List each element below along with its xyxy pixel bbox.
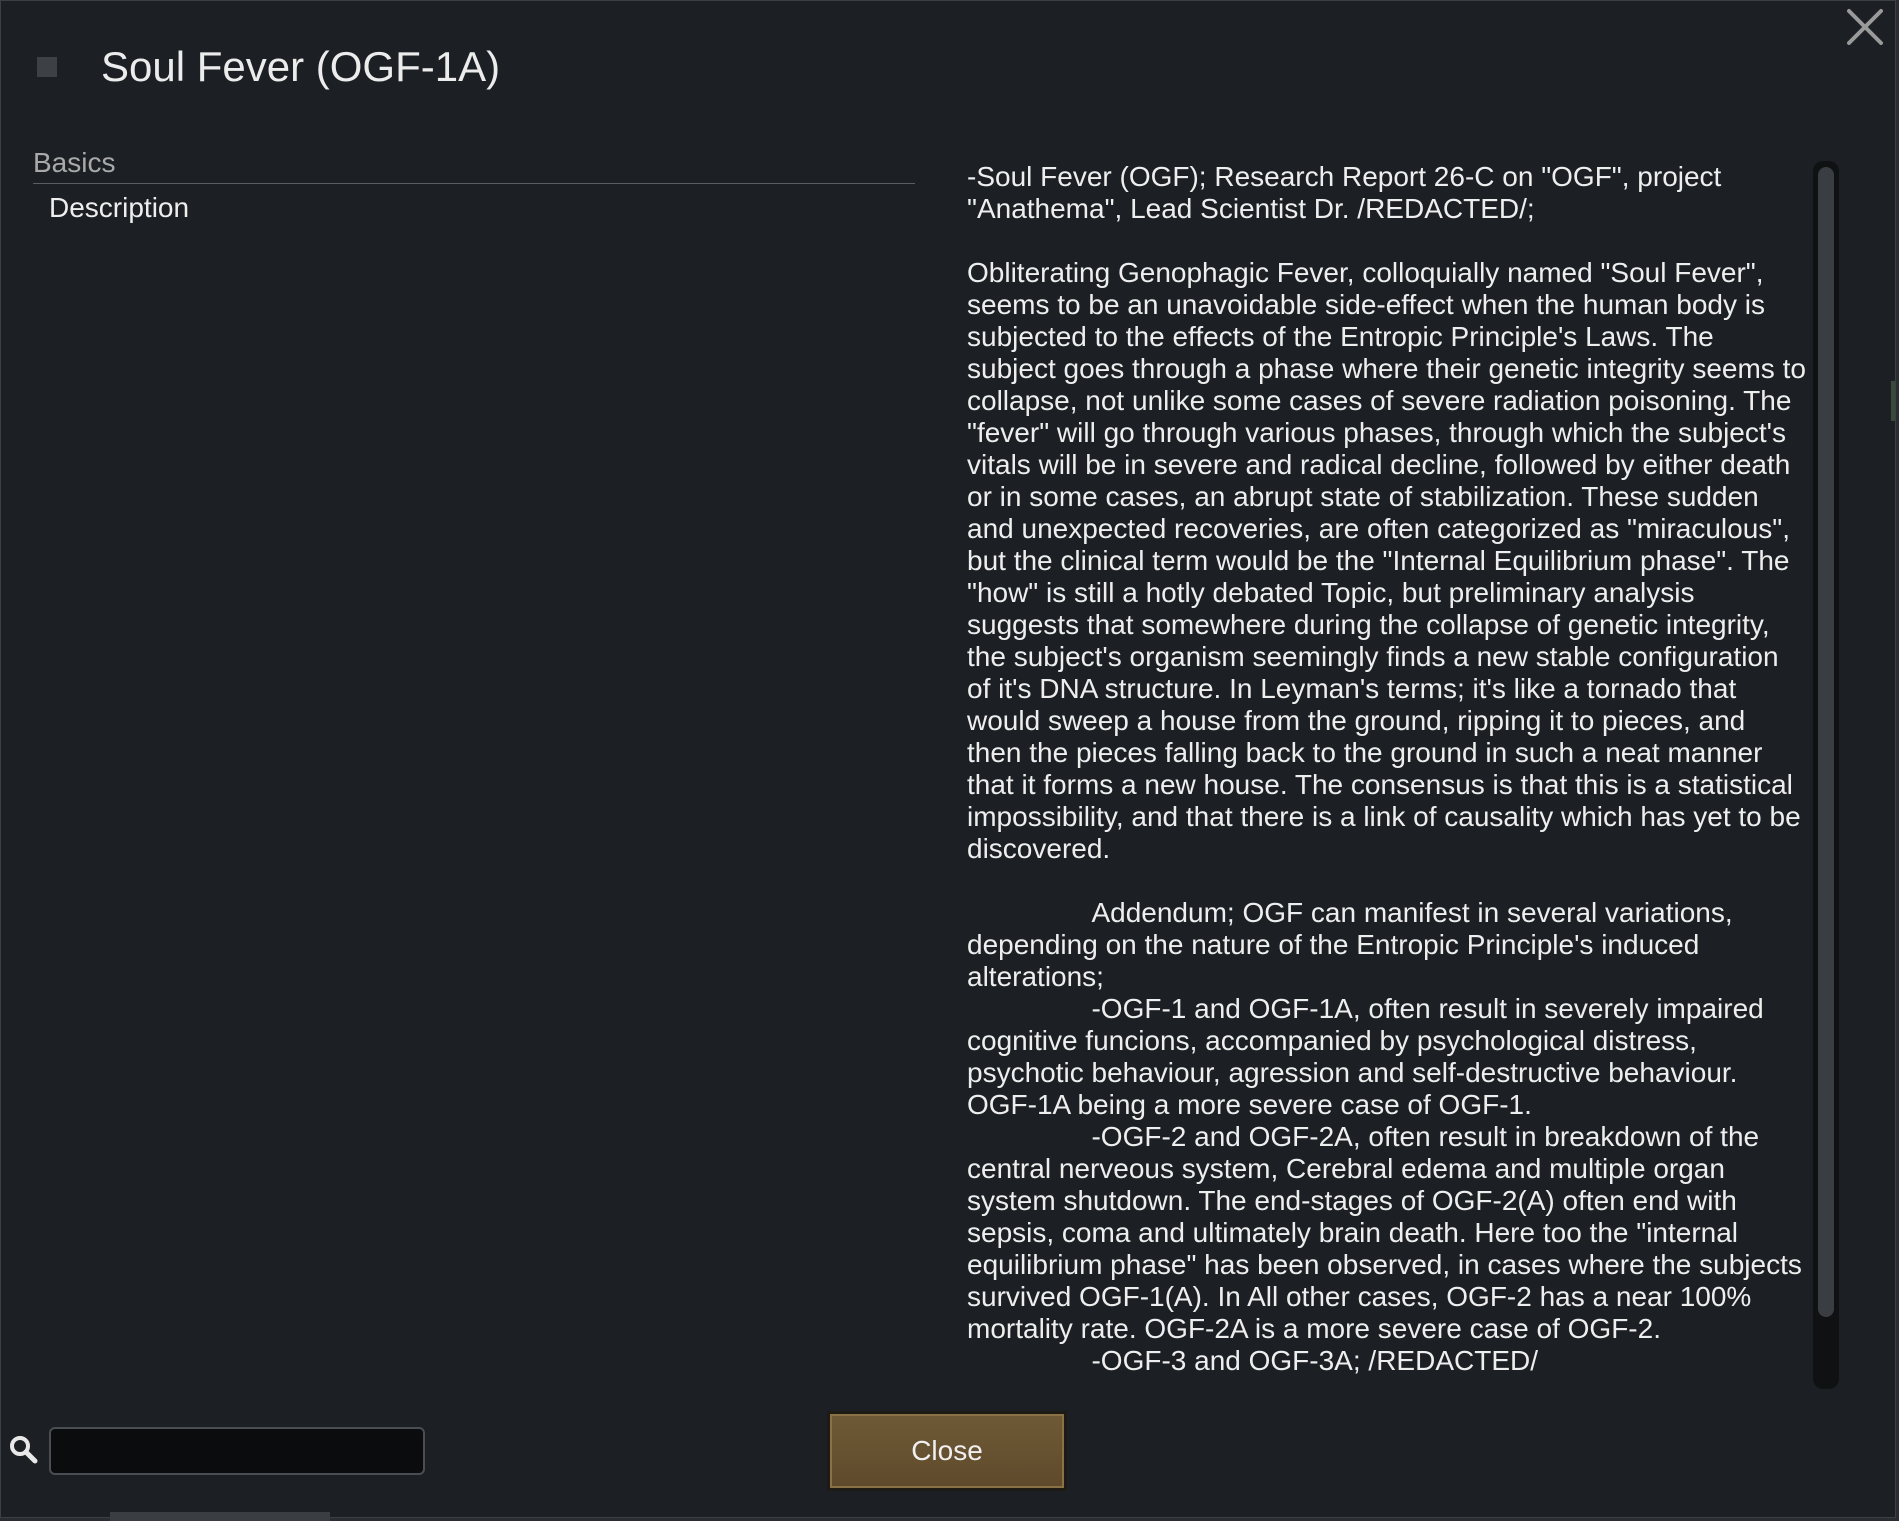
category-item-description[interactable]: Description bbox=[33, 184, 915, 224]
close-x-icon[interactable] bbox=[1843, 5, 1887, 49]
dialog-title: Soul Fever (OGF-1A) bbox=[101, 43, 501, 90]
square-icon bbox=[37, 57, 57, 77]
scrollbar-thumb[interactable] bbox=[1818, 167, 1834, 1317]
description-scrollbar[interactable] bbox=[1813, 161, 1839, 1389]
background-strip bbox=[110, 1512, 330, 1521]
stat-category-list: Basics Description bbox=[33, 147, 915, 224]
dialog-header: Soul Fever (OGF-1A) bbox=[37, 37, 500, 97]
edge-accent bbox=[1891, 381, 1895, 421]
category-header: Basics bbox=[33, 147, 915, 184]
close-button[interactable]: Close bbox=[827, 1411, 1067, 1491]
description-panel[interactable]: -Soul Fever (OGF); Research Report 26-C … bbox=[967, 161, 1807, 1381]
description-text: -Soul Fever (OGF); Research Report 26-C … bbox=[967, 161, 1806, 1376]
search-input[interactable] bbox=[49, 1427, 425, 1475]
search-icon bbox=[10, 1436, 38, 1464]
info-dialog: Soul Fever (OGF-1A) Basics Description -… bbox=[0, 0, 1896, 1518]
